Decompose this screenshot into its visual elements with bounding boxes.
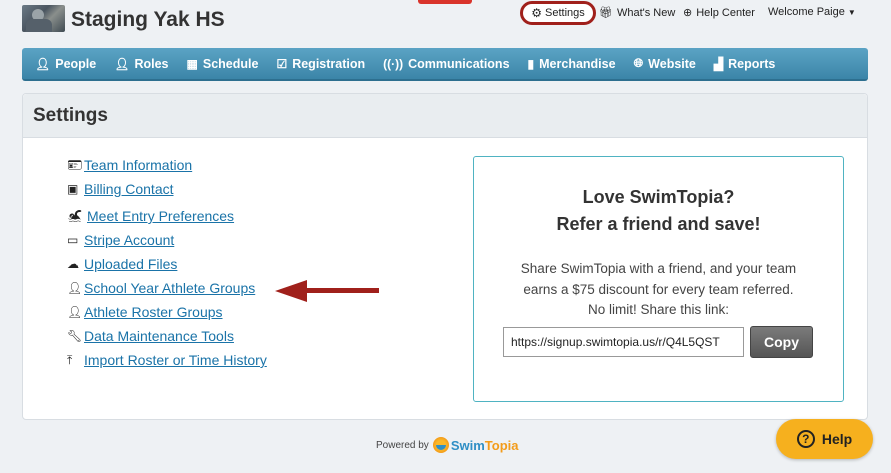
- powered-by-footer: Powered by SwimTopia: [376, 437, 518, 453]
- referral-body-line2: earns a $75 discount for every team refe…: [523, 281, 794, 297]
- referral-body: Share SwimTopia with a friend, and your …: [474, 259, 843, 321]
- nav-label: Roles: [134, 56, 169, 71]
- nav-label: Merchandise: [539, 56, 616, 71]
- whats-new-link[interactable]: 🎁︎ What's New: [599, 6, 676, 20]
- settings-link[interactable]: ⚙ Settings: [520, 1, 596, 25]
- bar-chart-icon: ▟: [713, 56, 724, 71]
- referral-link-field[interactable]: https://signup.swimtopia.us/r/Q4L5QST: [503, 327, 744, 357]
- nav-label: People: [55, 56, 97, 71]
- cloud-upload-icon: ☁: [67, 257, 79, 271]
- contact-card-icon: ▣: [67, 182, 79, 196]
- referral-heading-line1: Love SwimTopia?: [582, 187, 735, 207]
- nav-label: Website: [648, 56, 696, 71]
- nav-item-merchandise[interactable]: ▮ Merchandise: [519, 48, 625, 79]
- environment-indicator: [418, 0, 472, 4]
- roles-icon: 👤︎: [114, 56, 130, 71]
- globe-icon: 🌐︎: [633, 56, 644, 70]
- settings-link-data-maintenance-tools[interactable]: 🔧︎ Data Maintenance Tools: [67, 328, 234, 344]
- settings-link-import-roster[interactable]: ⤒ Import Roster or Time History: [67, 352, 267, 368]
- annotation-arrow: [275, 280, 379, 302]
- nav-label: Registration: [292, 56, 366, 71]
- nav-label: Reports: [728, 56, 776, 71]
- clipboard-check-icon: ☑: [276, 56, 288, 71]
- credit-card-icon: ▭: [67, 233, 79, 247]
- upload-icon: ⤒: [67, 352, 73, 367]
- main-nav: 👤︎ People 👤︎ Roles ▦ Schedule ☑ Registra…: [22, 48, 868, 81]
- help-center-link[interactable]: ⊕ Help Center: [683, 6, 755, 20]
- nav-item-people[interactable]: 👤︎ People: [22, 48, 105, 79]
- brand-swim: Swim: [450, 437, 485, 453]
- nav-label: Schedule: [202, 56, 259, 71]
- group-icon: 👤︎: [67, 305, 83, 319]
- settings-link-uploaded-files[interactable]: ☁ Uploaded Files: [67, 256, 177, 272]
- settings-link-athlete-roster-groups[interactable]: 👤︎ Athlete Roster Groups: [67, 304, 223, 320]
- settings-link-billing-contact[interactable]: ▣ Billing Contact: [67, 181, 174, 197]
- nav-item-website[interactable]: 🌐︎ Website: [625, 48, 705, 79]
- nav-item-schedule[interactable]: ▦ Schedule: [178, 48, 268, 79]
- team-name: Staging Yak HS: [71, 8, 225, 31]
- person-icon: 👤︎: [35, 56, 51, 71]
- referral-heading-line2: Refer a friend and save!: [556, 214, 761, 234]
- question-circle-icon: ?: [796, 430, 815, 448]
- link-label[interactable]: Athlete Roster Groups: [84, 304, 223, 320]
- link-label[interactable]: Data Maintenance Tools: [84, 328, 234, 344]
- user-menu[interactable]: Welcome Paige ▼: [768, 6, 856, 18]
- link-label[interactable]: Import Roster or Time History: [84, 352, 267, 368]
- lifebuoy-icon: ⊕: [683, 7, 693, 19]
- wrench-icon: 🔧︎: [67, 329, 83, 343]
- link-label[interactable]: Meet Entry Preferences: [87, 208, 234, 224]
- caret-down-icon: ▼: [847, 7, 856, 17]
- gift-icon: 🎁︎: [599, 7, 613, 19]
- top-header: Staging Yak HS ⚙ Settings 🎁︎ What's New …: [0, 0, 891, 44]
- link-label[interactable]: Uploaded Files: [84, 256, 177, 272]
- nav-item-reports[interactable]: ▟ Reports: [705, 48, 784, 79]
- settings-link-school-year-athlete-groups[interactable]: 👤︎ School Year Athlete Groups: [67, 280, 255, 296]
- id-card-icon: 🪪︎: [67, 158, 83, 172]
- help-label: Help: [821, 431, 853, 447]
- sun-wave-icon: [432, 437, 449, 453]
- copy-button[interactable]: Copy: [750, 326, 813, 358]
- settings-link-team-information[interactable]: 🪪︎ Team Information: [67, 157, 192, 173]
- swimmer-icon: 🏊︎: [67, 209, 83, 223]
- gear-icon: ⚙: [531, 6, 542, 20]
- group-icon: 👤︎: [67, 281, 83, 295]
- page-title: Settings: [23, 94, 867, 138]
- nav-item-communications[interactable]: ((·)) Communications: [374, 48, 518, 79]
- link-label[interactable]: Billing Contact: [84, 181, 174, 197]
- whats-new-label: What's New: [616, 6, 676, 19]
- shopping-bag-icon: ▮: [527, 56, 535, 71]
- referral-heading: Love SwimTopia? Refer a friend and save!: [474, 184, 843, 238]
- calendar-icon: ▦: [186, 56, 198, 71]
- broadcast-icon: ((·)): [383, 56, 404, 71]
- settings-link-meet-entry-preferences[interactable]: 🏊︎ Meet Entry Preferences: [67, 208, 234, 224]
- help-button[interactable]: ? Help: [776, 419, 873, 459]
- powered-by-label: Powered by: [376, 439, 429, 451]
- nav-item-roles[interactable]: 👤︎ Roles: [105, 48, 177, 79]
- referral-body-line3: No limit! Share this link:: [587, 302, 730, 317]
- settings-panel: Settings 🪪︎ Team Information ▣ Billing C…: [22, 93, 868, 420]
- nav-label: Communications: [408, 56, 510, 71]
- nav-item-registration[interactable]: ☑ Registration: [267, 48, 374, 79]
- brand-topia: Topia: [484, 437, 519, 453]
- help-center-label: Help Center: [696, 6, 755, 19]
- swimtopia-logo[interactable]: SwimTopia: [432, 437, 519, 453]
- welcome-label: Welcome Paige: [768, 6, 845, 18]
- referral-body-line1: Share SwimTopia with a friend, and your …: [520, 261, 797, 276]
- link-label[interactable]: Stripe Account: [84, 232, 174, 248]
- link-label[interactable]: School Year Athlete Groups: [84, 280, 255, 296]
- referral-box: Love SwimTopia? Refer a friend and save!…: [473, 156, 844, 402]
- settings-link-stripe-account[interactable]: ▭ Stripe Account: [67, 232, 174, 248]
- team-avatar[interactable]: [22, 5, 65, 32]
- settings-label: Settings: [545, 7, 585, 19]
- link-label[interactable]: Team Information: [84, 157, 192, 173]
